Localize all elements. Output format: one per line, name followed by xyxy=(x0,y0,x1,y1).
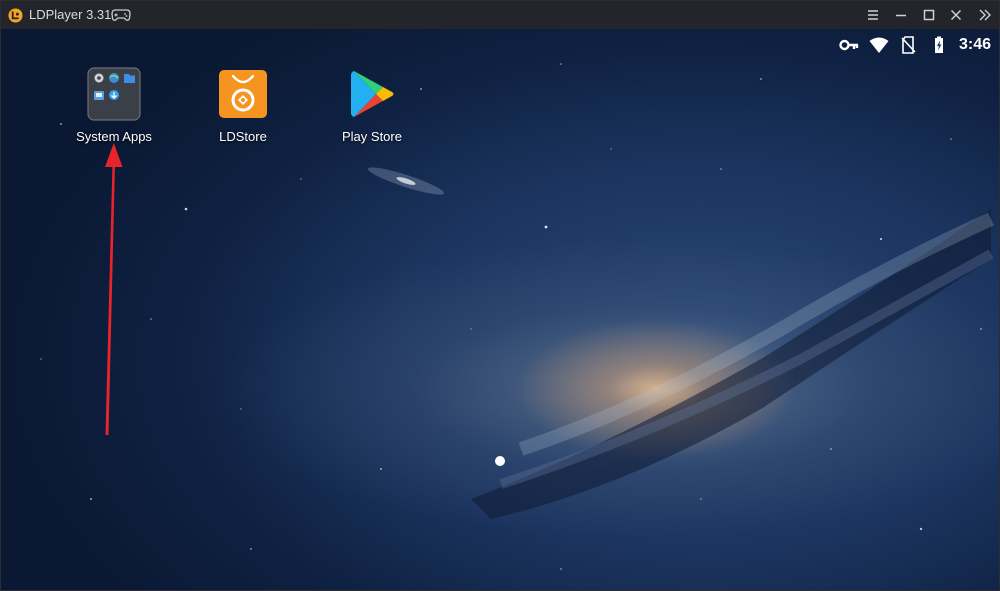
app-label: LDStore xyxy=(219,129,267,144)
ldstore-icon xyxy=(219,70,267,118)
maximize-button[interactable] xyxy=(919,5,939,25)
title-bar[interactable]: LDPlayer 3.31 xyxy=(1,1,999,29)
close-icon xyxy=(950,9,962,21)
wifi-icon xyxy=(869,37,889,53)
android-home-screen[interactable]: 3:46 System Apps LDStore Play Store xyxy=(1,29,999,590)
system-apps-folder-icon xyxy=(87,67,141,121)
ldplayer-window: LDPlayer 3.31 3:46 System Apps LDStore P… xyxy=(0,0,1000,591)
ldplayer-logo-icon xyxy=(8,8,23,23)
app-label: System Apps xyxy=(76,129,152,144)
gamepad-icon[interactable] xyxy=(111,8,131,22)
app-label: Play Store xyxy=(342,129,402,144)
page-indicator-dot[interactable] xyxy=(495,456,505,466)
app-play-store[interactable]: Play Store xyxy=(317,67,427,157)
no-sim-icon xyxy=(901,36,916,54)
app-system-apps[interactable]: System Apps xyxy=(59,67,169,157)
hamburger-menu-icon xyxy=(868,10,878,20)
minimize-icon xyxy=(896,14,906,17)
minimize-button[interactable] xyxy=(891,5,911,25)
menu-button[interactable] xyxy=(863,5,883,25)
vpn-key-icon xyxy=(839,39,859,51)
maximize-icon xyxy=(923,9,935,21)
clock: 3:46 xyxy=(958,36,991,53)
window-title: LDPlayer 3.31 xyxy=(29,7,112,22)
expand-sidebar-button[interactable] xyxy=(975,5,995,25)
status-bar: 3:46 xyxy=(839,35,991,55)
close-button[interactable] xyxy=(946,5,966,25)
play-store-icon xyxy=(351,71,394,117)
app-ldstore[interactable]: LDStore xyxy=(188,67,298,157)
battery-charging-icon xyxy=(934,36,943,53)
double-chevron-right-icon xyxy=(979,9,991,21)
